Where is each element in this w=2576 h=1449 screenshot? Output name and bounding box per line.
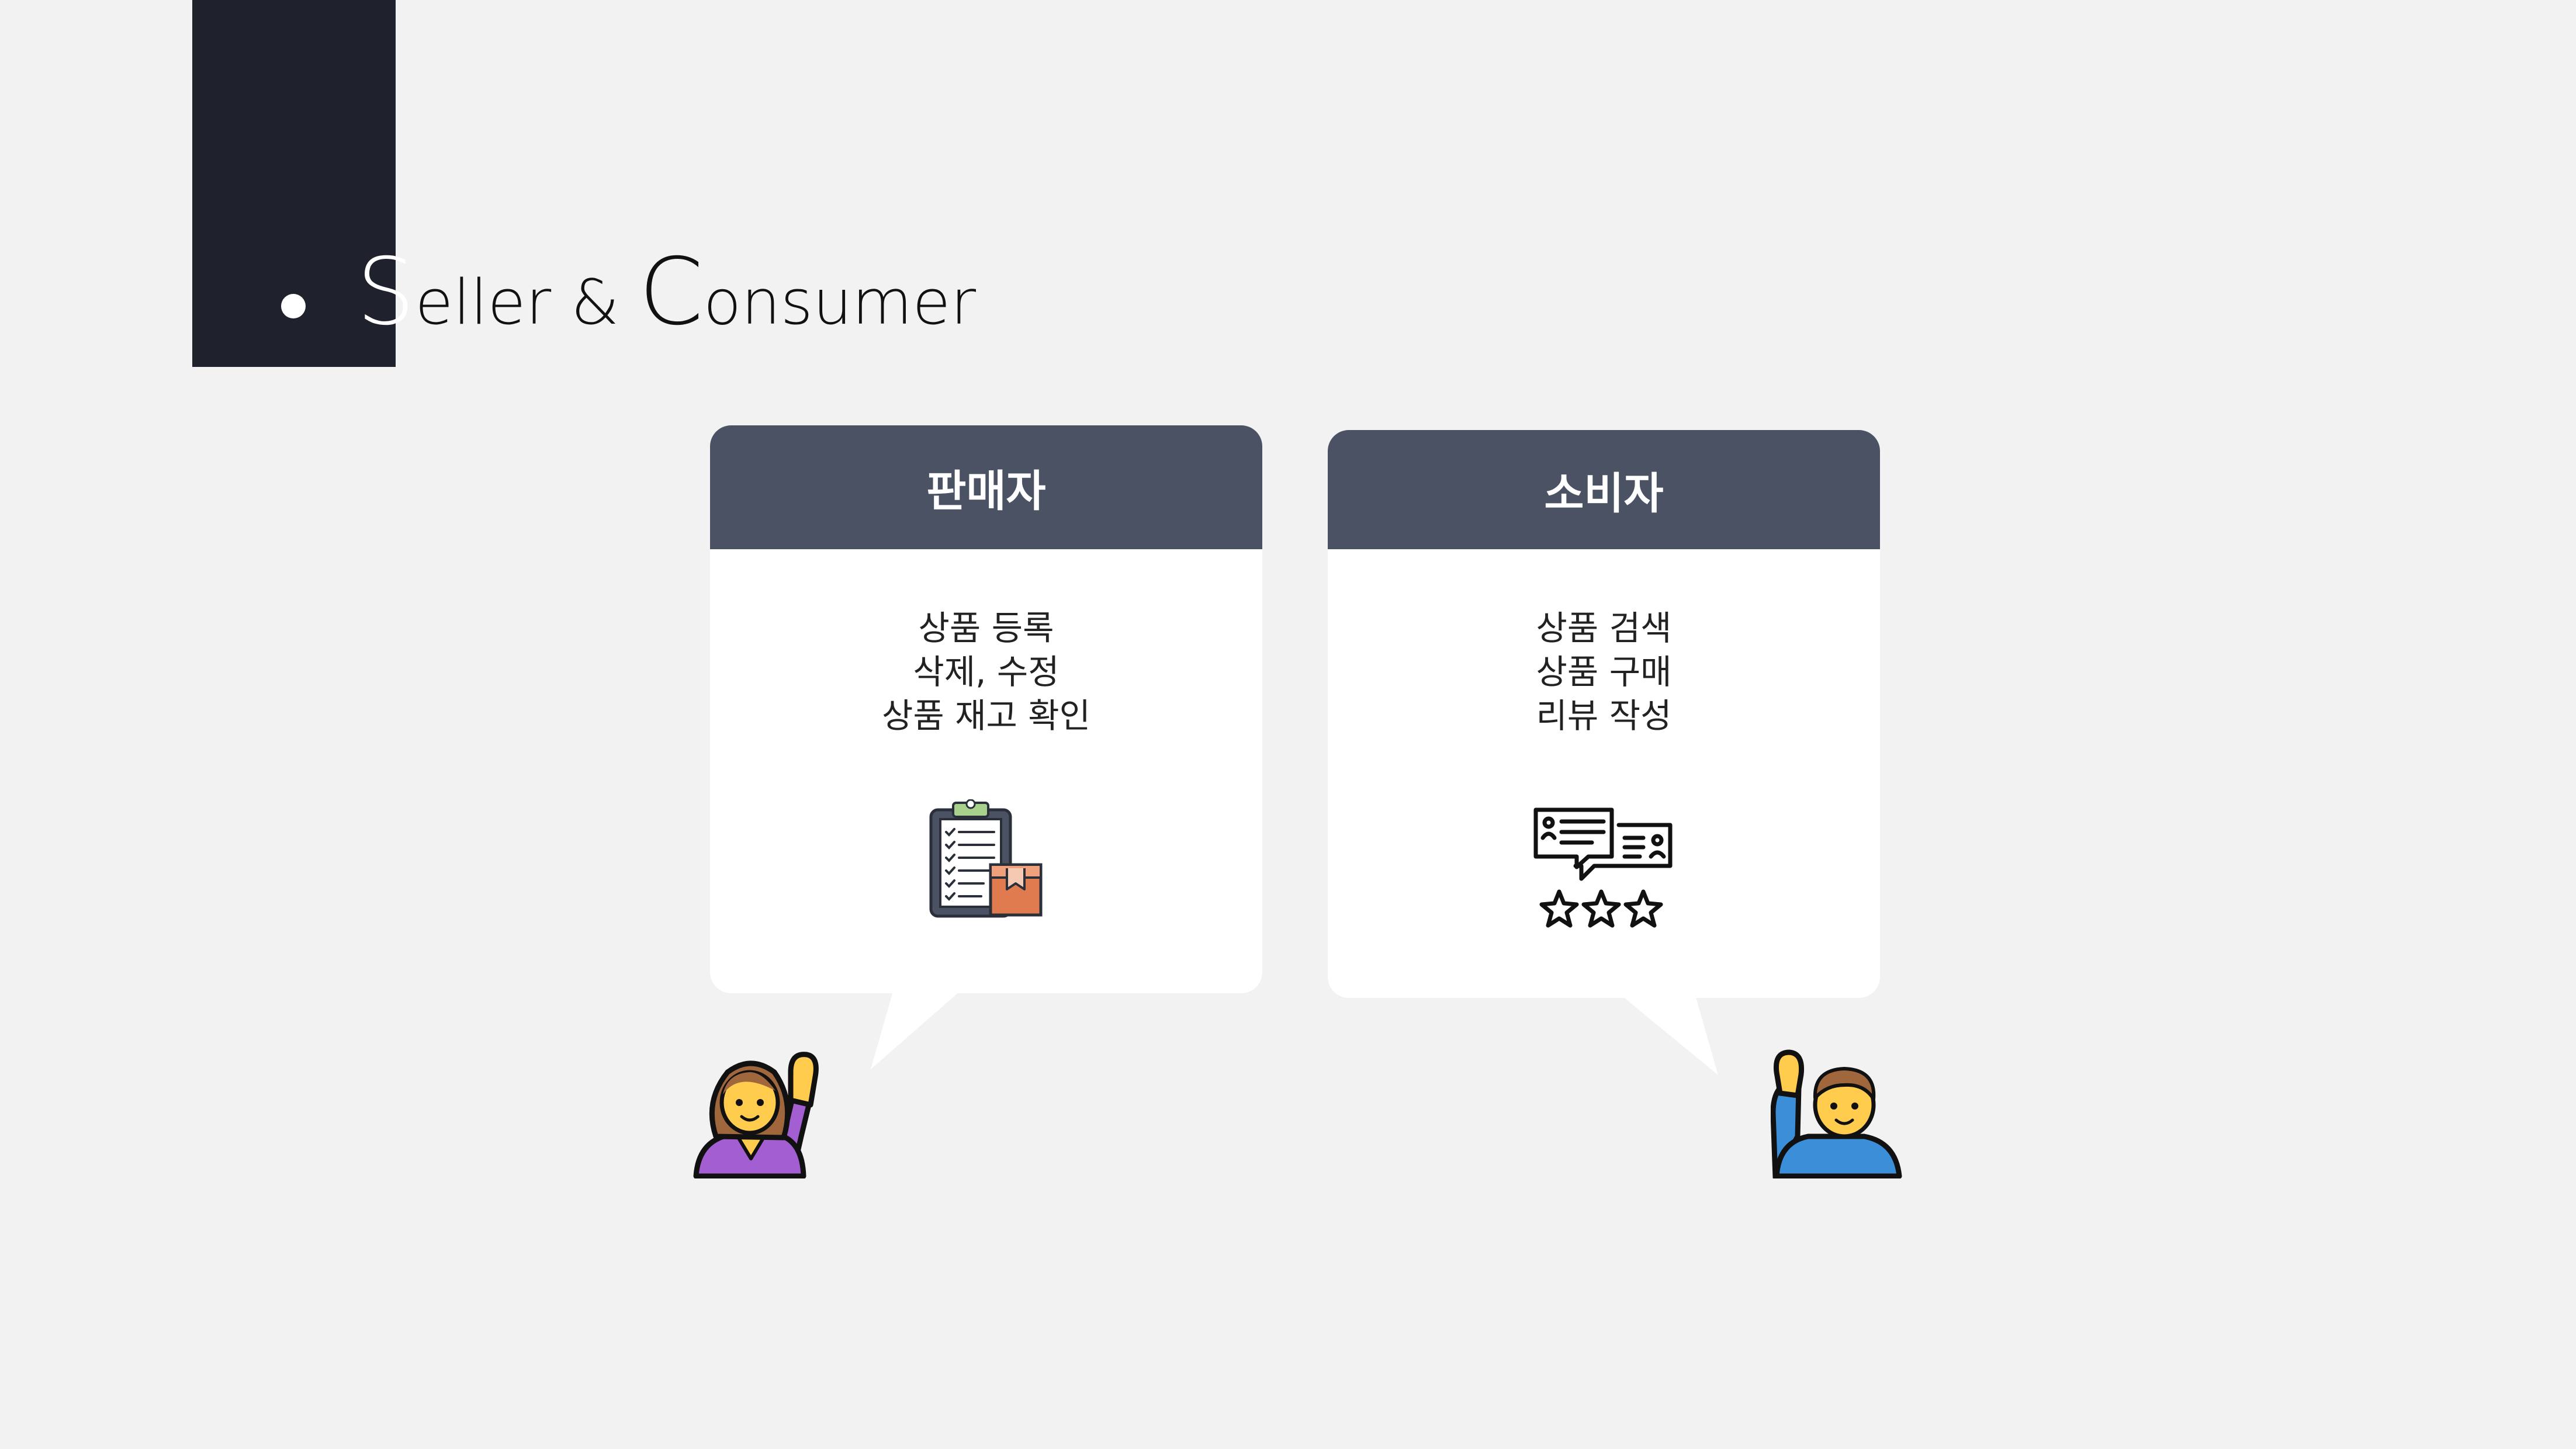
list-item: 상품 등록 <box>918 608 1054 648</box>
list-item: 리뷰 작성 <box>1536 696 1672 736</box>
title-part-2: onsumer <box>703 266 977 338</box>
seller-card: 판매자 상품 등록 삭제, 수정 상품 재고 확인 <box>710 425 1262 993</box>
consumer-bubble-tail <box>1619 993 1718 1075</box>
seller-feature-list: 상품 등록 삭제, 수정 상품 재고 확인 <box>710 606 1262 738</box>
bullet-point <box>281 294 306 318</box>
list-item: 상품 재고 확인 <box>881 696 1091 736</box>
consumer-card: 소비자 상품 검색 상품 구매 리뷰 작성 <box>1328 430 1880 998</box>
list-item: 상품 검색 <box>1536 608 1672 648</box>
man-raising-hand-icon <box>1771 1049 1902 1178</box>
seller-card-header: 판매자 <box>710 425 1262 549</box>
clipboard-checklist-with-box-icon <box>929 799 1042 918</box>
consumer-feature-list: 상품 검색 상품 구매 리뷰 작성 <box>1328 606 1880 738</box>
title-initial-s: S <box>356 238 416 346</box>
woman-raising-hand-icon <box>693 1052 819 1178</box>
review-chat-with-stars-icon <box>1533 807 1672 928</box>
title-initial-c: C <box>639 238 704 346</box>
title-part-1: eller & <box>415 266 639 338</box>
slide-title: Seller & Consumer <box>356 245 976 362</box>
list-item: 삭제, 수정 <box>913 652 1060 692</box>
list-item: 상품 구매 <box>1536 652 1672 692</box>
seller-bubble-tail <box>871 987 964 1069</box>
consumer-card-header: 소비자 <box>1328 430 1880 549</box>
